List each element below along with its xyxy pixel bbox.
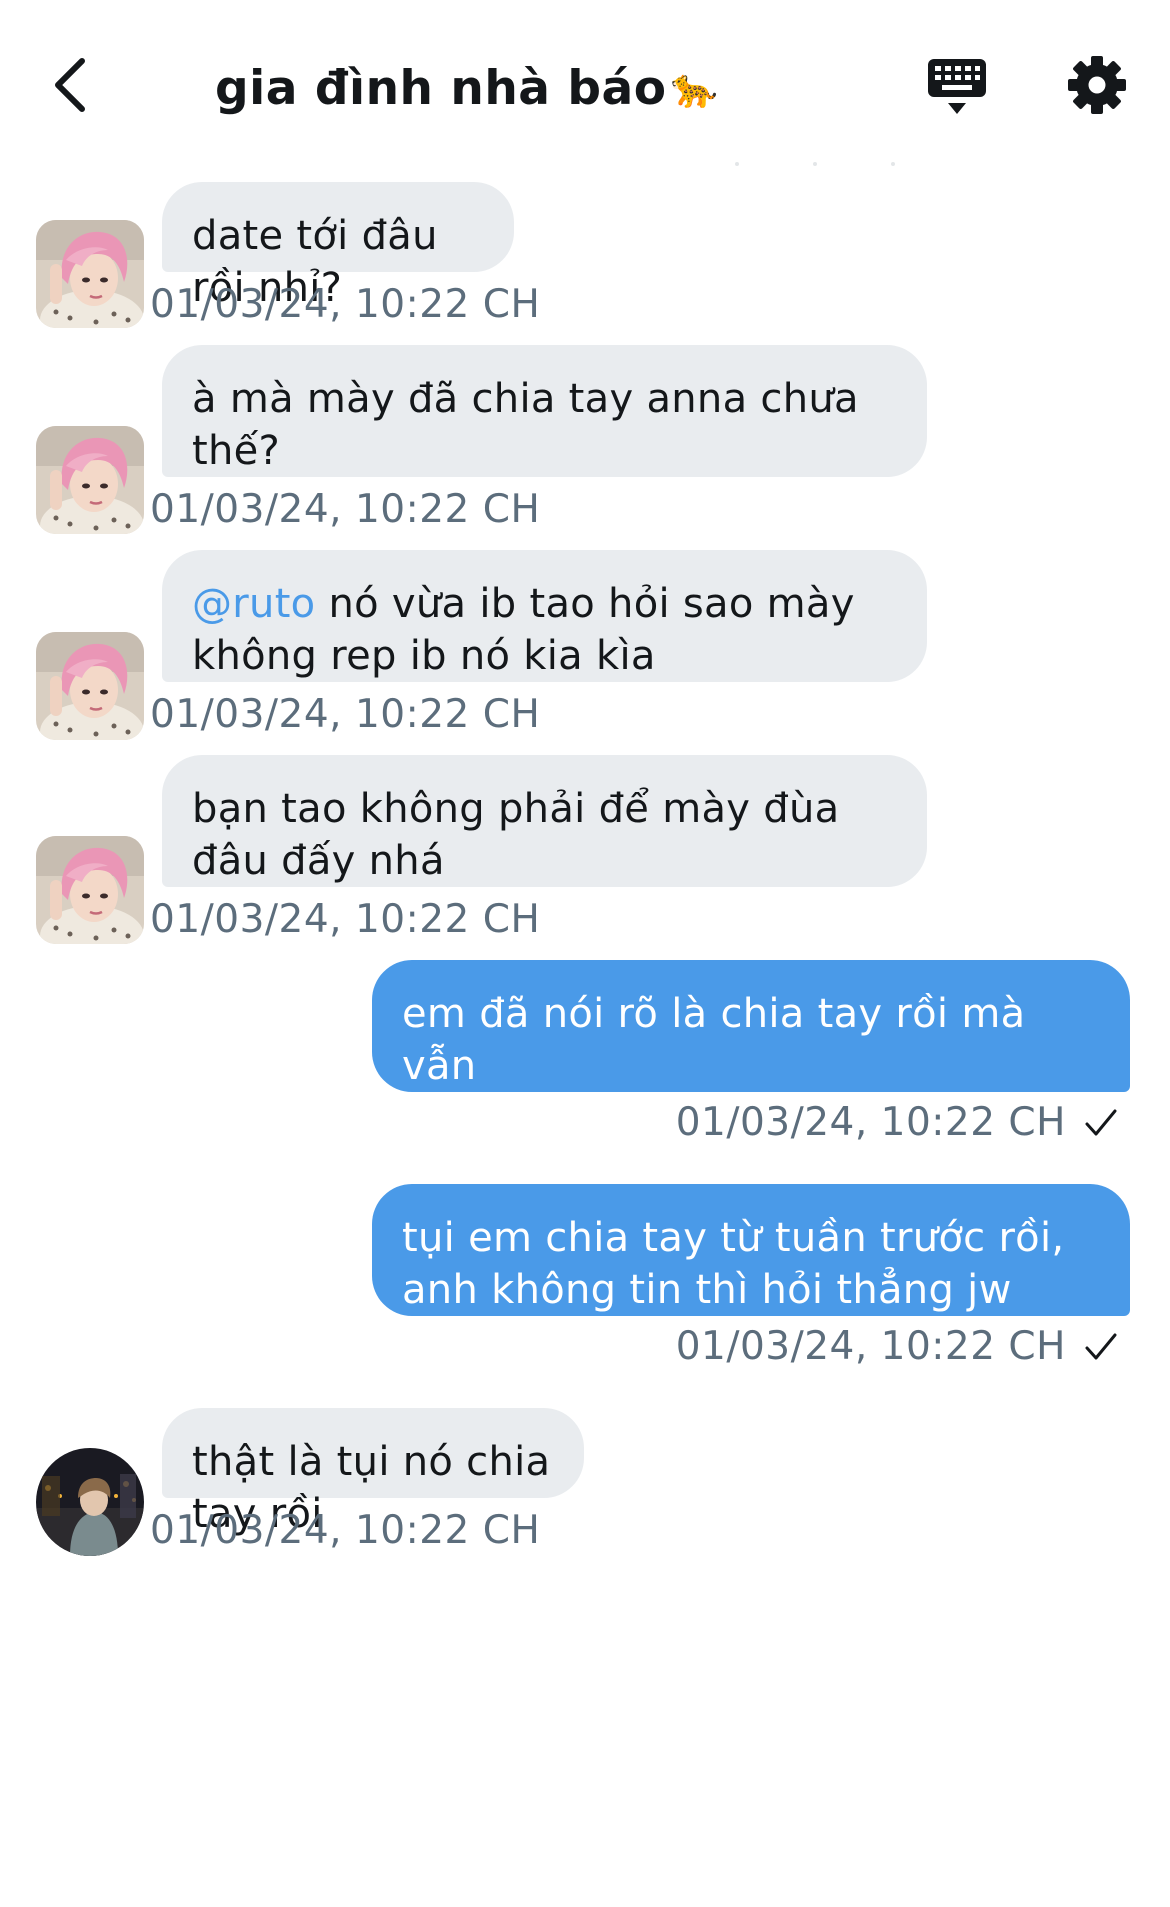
avatar[interactable] xyxy=(36,632,144,740)
gear-icon xyxy=(1068,56,1126,114)
incoming-message-bubble[interactable]: date tới đâu rồi nhỉ? xyxy=(162,182,514,311)
conversation-title[interactable]: gia đình nhà báo 🐆 xyxy=(215,58,718,118)
avatar[interactable] xyxy=(36,1448,144,1556)
chat-screen: gia đình nhà báo 🐆 date tới đâu rồi nhỉ?… xyxy=(0,0,1170,1907)
message-text: nó vừa ib tao hỏi sao mày xyxy=(315,581,855,627)
message-timestamp: 01/03/24, 10:22 CH xyxy=(150,487,541,532)
message-text-line: tụi em chia tay từ tuần trước rồi, xyxy=(402,1215,1065,1261)
pink-hair-avatar xyxy=(36,836,144,944)
incoming-message-bubble[interactable]: à mà mày đã chia tay anna chưa thế? xyxy=(162,345,927,477)
pink-hair-avatar xyxy=(36,220,144,328)
leopard-emoji: 🐆 xyxy=(670,65,719,110)
incoming-message-bubble[interactable]: bạn tao không phải để mày đùa đâu đấy nh… xyxy=(162,755,927,887)
message-text-line: không rep ib nó kia kìa xyxy=(192,633,656,679)
avatar[interactable] xyxy=(36,220,144,328)
outgoing-message-bubble[interactable]: tụi em chia tay từ tuần trước rồi, anh k… xyxy=(372,1184,1130,1365)
message-text-line: thế? xyxy=(192,428,281,474)
back-button[interactable] xyxy=(40,50,100,120)
keyboard-button[interactable] xyxy=(922,52,992,122)
incoming-message-bubble[interactable]: thật là tụi nó chia tay rồi xyxy=(162,1408,584,1537)
message-timestamp-row: 01/03/24, 10:22 CH xyxy=(676,1324,1118,1369)
chevron-left-icon xyxy=(55,58,85,112)
message-timestamp: 01/03/24, 10:22 CH xyxy=(150,692,541,737)
settings-button[interactable] xyxy=(1062,50,1132,120)
outgoing-message-bubble[interactable]: em đã nói rõ là chia tay rồi mà vẫn bám … xyxy=(372,960,1130,1141)
message-timestamp: 01/03/24, 10:22 CH xyxy=(150,1508,541,1553)
keyboard-icon xyxy=(928,59,986,114)
night-street-avatar xyxy=(36,1448,144,1556)
avatar[interactable] xyxy=(36,426,144,534)
message-text-line: em đã nói rõ là chia tay rồi mà vẫn xyxy=(402,991,1026,1089)
conversation-title-text: gia đình nhà báo xyxy=(215,60,667,116)
message-timestamp-row: 01/03/24, 10:22 CH xyxy=(676,1100,1118,1145)
message-text-line: đâu đấy nhá xyxy=(192,838,445,884)
message-timestamp: 01/03/24, 10:22 CH xyxy=(150,282,541,327)
incoming-message-bubble[interactable]: @ruto nó vừa ib tao hỏi sao mày không re… xyxy=(162,550,927,682)
message-text-line: bạn tao không phải để mày đùa xyxy=(192,786,840,832)
scroll-edge xyxy=(735,162,895,168)
message-timestamp: 01/03/24, 10:22 CH xyxy=(150,897,541,942)
avatar[interactable] xyxy=(36,836,144,944)
user-mention-link[interactable]: @ruto xyxy=(192,581,315,627)
checkmark-icon xyxy=(1085,1109,1117,1135)
message-text-line: à mà mày đã chia tay anna chưa xyxy=(192,376,859,422)
pink-hair-avatar xyxy=(36,632,144,740)
message-timestamp: 01/03/24, 10:22 CH xyxy=(675,1324,1066,1369)
message-text-line: @ruto nó vừa ib tao hỏi sao mày xyxy=(192,578,897,630)
pink-hair-avatar xyxy=(36,426,144,534)
conversation-header: gia đình nhà báo 🐆 xyxy=(0,0,1170,170)
message-timestamp: 01/03/24, 10:22 CH xyxy=(675,1100,1066,1145)
checkmark-icon xyxy=(1085,1333,1117,1359)
